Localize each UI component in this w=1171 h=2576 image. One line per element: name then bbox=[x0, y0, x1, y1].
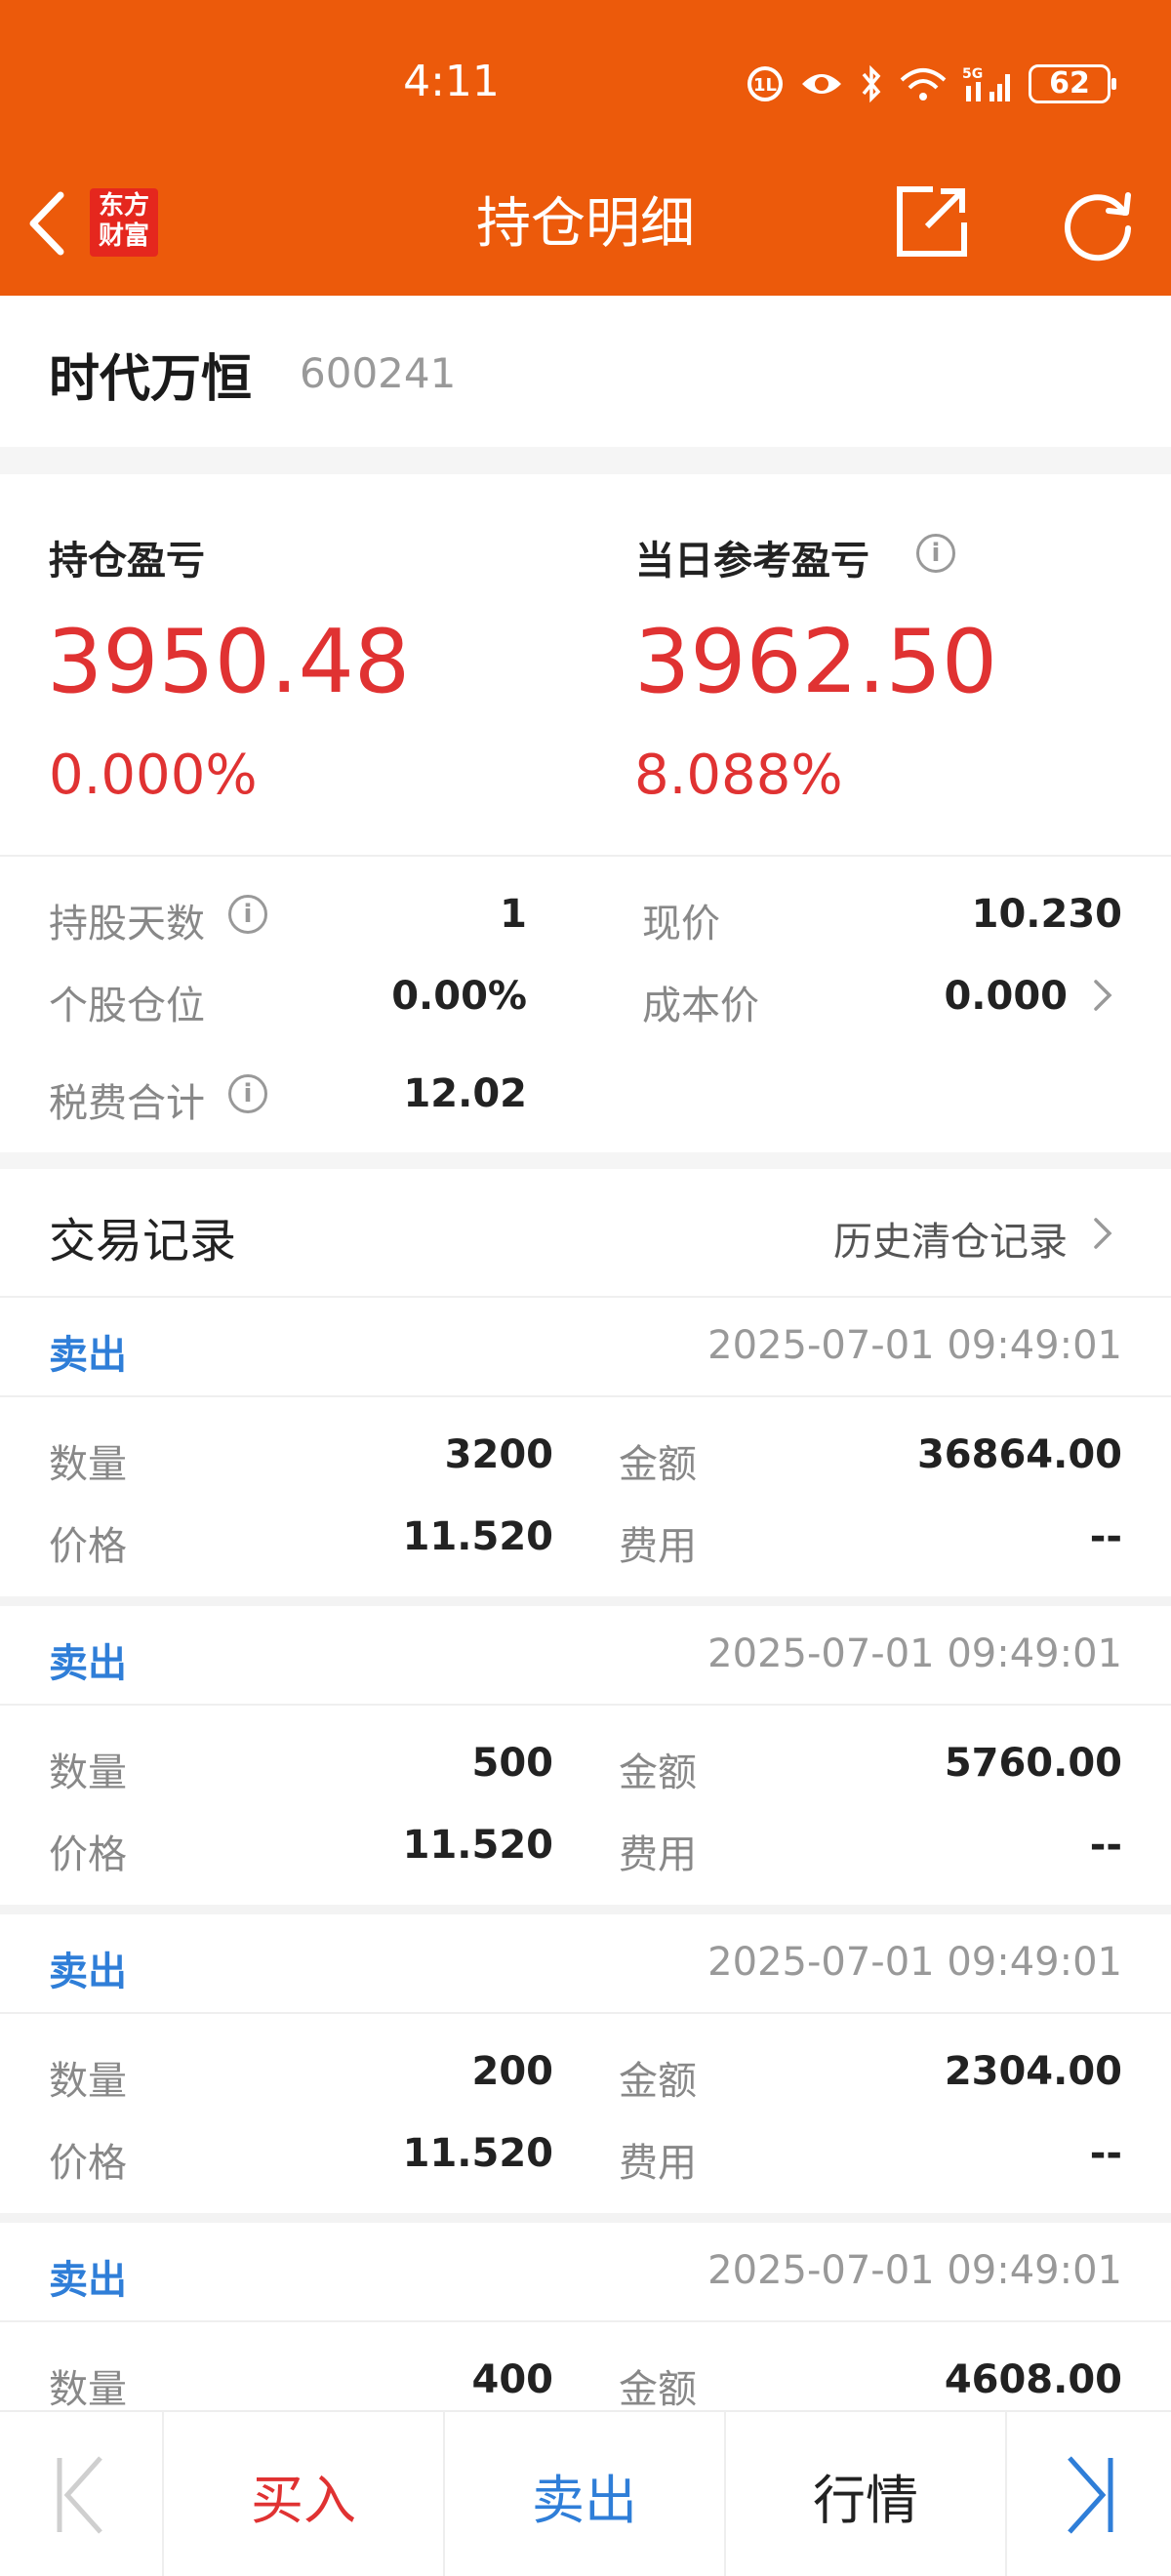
current-price-label: 现价 bbox=[642, 902, 720, 946]
tax-total-info-icon[interactable]: i bbox=[228, 1074, 267, 1113]
position-pl-value: 3950.48 bbox=[47, 611, 411, 713]
current-price-value: 10.230 bbox=[971, 892, 1122, 937]
cost-price-value[interactable]: 0.000 bbox=[944, 974, 1068, 1019]
tax-total-value: 12.02 bbox=[403, 1071, 527, 1116]
trade-qty-value: 200 bbox=[471, 2049, 554, 2094]
trade-fee-label: 费用 bbox=[619, 1832, 697, 1877]
trade-qty-label: 数量 bbox=[49, 1751, 127, 1795]
divider bbox=[0, 1296, 1171, 1298]
app-header: 4:11 1L 5G 62 东方 财富 持仓明细 bbox=[0, 0, 1171, 296]
trade-price-value: 11.520 bbox=[402, 2131, 553, 2176]
trade-amount-label: 金额 bbox=[619, 1751, 697, 1795]
divider bbox=[0, 1704, 1171, 1706]
divider bbox=[0, 855, 1171, 857]
divider bbox=[0, 1395, 1171, 1397]
trades-section-title: 交易记录 bbox=[49, 1214, 237, 1268]
prev-icon bbox=[57, 2456, 102, 2534]
holding-days-value: 1 bbox=[500, 892, 527, 937]
daily-pl-label: 当日参考盈亏 bbox=[635, 539, 869, 584]
svg-text:1L: 1L bbox=[753, 75, 777, 96]
position-weight-label: 个股仓位 bbox=[49, 984, 205, 1028]
trade-type: 卖出 bbox=[49, 2258, 127, 2303]
divider bbox=[0, 2320, 1171, 2322]
trade-price-label: 价格 bbox=[49, 2141, 127, 2186]
position-pl-label: 持仓盈亏 bbox=[49, 539, 205, 584]
trade-type: 卖出 bbox=[49, 1641, 127, 1686]
prev-stock-button[interactable] bbox=[0, 2412, 162, 2576]
trade-separator bbox=[0, 2213, 1171, 2223]
buy-button[interactable]: 买入 bbox=[164, 2412, 443, 2576]
trade-amount-value: 4608.00 bbox=[944, 2357, 1122, 2402]
trade-separator bbox=[0, 1905, 1171, 1914]
trade-amount-label: 金额 bbox=[619, 1442, 697, 1487]
next-stock-button[interactable] bbox=[1007, 2412, 1171, 2576]
trade-price-value: 11.520 bbox=[402, 1514, 553, 1559]
trade-qty-label: 数量 bbox=[49, 1442, 127, 1487]
daily-pl-pct: 8.088% bbox=[634, 744, 843, 807]
stock-name: 时代万恒 bbox=[49, 350, 253, 409]
trade-fee-value: -- bbox=[1089, 2131, 1122, 2176]
signal-icon: 5G bbox=[962, 66, 1010, 101]
trade-price-value: 11.520 bbox=[402, 1823, 553, 1868]
position-pl-pct: 0.000% bbox=[49, 744, 258, 807]
sell-button[interactable]: 卖出 bbox=[445, 2412, 724, 2576]
market-button[interactable]: 行情 bbox=[726, 2412, 1005, 2576]
trade-price-label: 价格 bbox=[49, 1832, 127, 1877]
trade-type: 卖出 bbox=[49, 1333, 127, 1378]
refresh-icon[interactable] bbox=[1058, 183, 1138, 263]
trade-qty-value: 400 bbox=[471, 2357, 554, 2402]
trade-qty-label: 数量 bbox=[49, 2367, 127, 2412]
trade-type: 卖出 bbox=[49, 1950, 127, 1994]
trade-fee-label: 费用 bbox=[619, 1524, 697, 1569]
trade-qty-value: 3200 bbox=[444, 1432, 553, 1477]
trade-fee-value: -- bbox=[1089, 1514, 1122, 1559]
page-title: 持仓明细 bbox=[476, 192, 695, 256]
next-icon bbox=[1068, 2456, 1113, 2534]
wifi-icon bbox=[900, 68, 947, 101]
bottom-action-bar: 买入 卖出 行情 bbox=[0, 2410, 1171, 2576]
trade-time: 2025-07-01 09:49:01 bbox=[707, 1940, 1122, 1985]
divider bbox=[0, 2012, 1171, 2014]
trade-time: 2025-07-01 09:49:01 bbox=[707, 2248, 1122, 2293]
trade-time: 2025-07-01 09:49:01 bbox=[707, 1631, 1122, 1676]
hd-call-icon: 1L bbox=[747, 66, 783, 101]
cost-price-chevron-icon[interactable] bbox=[1091, 976, 1114, 1015]
eye-icon bbox=[802, 74, 841, 94]
trade-fee-label: 费用 bbox=[619, 2141, 697, 2186]
tax-total-label: 税费合计 bbox=[49, 1081, 205, 1126]
trade-amount-value: 5760.00 bbox=[944, 1741, 1122, 1786]
trade-qty-label: 数量 bbox=[49, 2059, 127, 2104]
trade-amount-label: 金额 bbox=[619, 2059, 697, 2104]
network-label: 5G bbox=[962, 66, 983, 82]
trade-amount-value: 36864.00 bbox=[916, 1432, 1122, 1477]
status-icons: 1L 5G 62 bbox=[746, 62, 1116, 105]
trade-fee-value: -- bbox=[1089, 1823, 1122, 1868]
stock-code: 600241 bbox=[300, 349, 457, 397]
trade-amount-label: 金额 bbox=[619, 2367, 697, 2412]
trade-amount-value: 2304.00 bbox=[944, 2049, 1122, 2094]
share-icon[interactable] bbox=[894, 183, 970, 260]
position-weight-value: 0.00% bbox=[391, 974, 527, 1019]
trade-separator bbox=[0, 1596, 1171, 1606]
daily-pl-info-icon[interactable]: i bbox=[916, 534, 955, 573]
trade-time: 2025-07-01 09:49:01 bbox=[707, 1323, 1122, 1368]
trade-qty-value: 500 bbox=[471, 1741, 554, 1786]
history-clearance-link[interactable]: 历史清仓记录 bbox=[833, 1210, 1068, 1267]
bluetooth-icon bbox=[862, 64, 881, 103]
holding-days-label: 持股天数 bbox=[49, 902, 205, 946]
daily-pl-value: 3962.50 bbox=[634, 611, 998, 713]
holding-days-info-icon[interactable]: i bbox=[228, 895, 267, 934]
cost-price-label[interactable]: 成本价 bbox=[642, 974, 759, 1030]
battery-indicator: 62 bbox=[1029, 64, 1116, 103]
trade-price-label: 价格 bbox=[49, 1524, 127, 1569]
history-chevron-icon[interactable] bbox=[1091, 1214, 1114, 1253]
